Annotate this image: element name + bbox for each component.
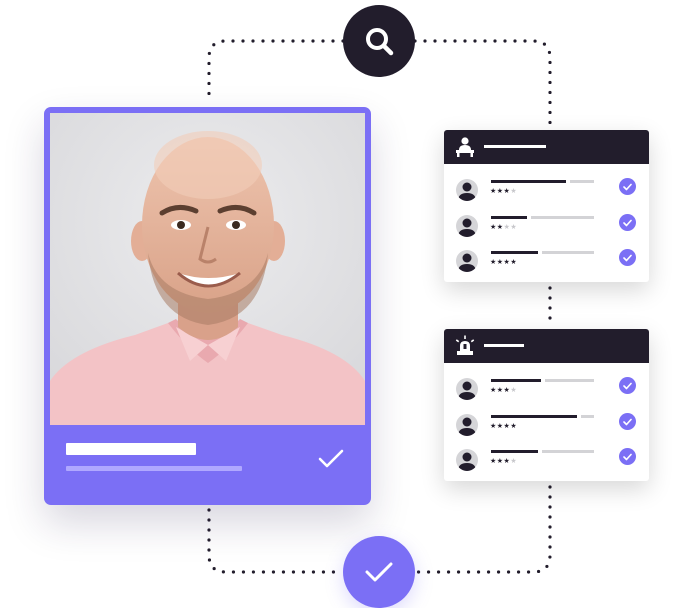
- list-item[interactable]: ★★★★: [444, 447, 649, 477]
- check-icon: [623, 453, 632, 460]
- alert-panel[interactable]: ★★★★ ★★★★ ★★★★: [444, 329, 649, 481]
- alarm-light-icon: [455, 335, 475, 355]
- list-item[interactable]: ★★★★: [444, 213, 649, 243]
- profile-card[interactable]: [44, 107, 371, 505]
- profile-subtitle-placeholder: [66, 466, 242, 471]
- list-item[interactable]: ★★★★: [444, 412, 649, 442]
- detail-placeholder: [542, 251, 594, 254]
- detail-placeholder: [581, 415, 594, 418]
- list-item[interactable]: ★★★★: [444, 248, 649, 278]
- panel-title-placeholder: [484, 145, 546, 148]
- name-placeholder: [491, 450, 538, 453]
- check-icon: [623, 219, 632, 226]
- name-placeholder: [491, 415, 577, 418]
- check-badge: [619, 413, 636, 430]
- star-rating: ★★★★: [490, 223, 518, 231]
- check-icon: [623, 382, 632, 389]
- list-item[interactable]: ★★★★: [444, 376, 649, 406]
- search-icon: [366, 28, 394, 56]
- avatar: [456, 215, 478, 237]
- person-at-desk-icon: [456, 137, 474, 157]
- check-icon: [365, 562, 393, 582]
- check-icon: [318, 449, 344, 468]
- panel-header: [444, 329, 649, 363]
- check-badge: [619, 377, 636, 394]
- avatar: [456, 414, 478, 436]
- name-placeholder: [491, 379, 541, 382]
- star-rating: ★★★★: [490, 258, 518, 266]
- check-icon: [623, 418, 632, 425]
- check-badge: [619, 448, 636, 465]
- portrait-photo: [50, 113, 365, 425]
- panel-header: [444, 130, 649, 164]
- verify-button[interactable]: [343, 536, 415, 608]
- detail-placeholder: [570, 180, 594, 183]
- check-badge: [619, 249, 636, 266]
- detail-placeholder: [545, 379, 594, 382]
- match-panel[interactable]: ★★★★ ★★★★ ★★★★: [444, 130, 649, 282]
- avatar: [456, 449, 478, 471]
- avatar: [456, 378, 478, 400]
- detail-placeholder: [531, 216, 594, 219]
- check-icon: [623, 254, 632, 261]
- avatar: [456, 179, 478, 201]
- check-icon: [623, 183, 632, 190]
- profile-name-placeholder: [66, 443, 196, 455]
- star-rating: ★★★★: [490, 386, 518, 394]
- check-badge: [619, 214, 636, 231]
- name-placeholder: [491, 251, 538, 254]
- panel-title-placeholder: [484, 344, 524, 347]
- avatar: [456, 250, 478, 272]
- name-placeholder: [491, 216, 527, 219]
- search-button[interactable]: [343, 5, 415, 77]
- check-badge: [619, 178, 636, 195]
- detail-placeholder: [542, 450, 594, 453]
- star-rating: ★★★★: [490, 457, 518, 465]
- star-rating: ★★★★: [490, 422, 518, 430]
- star-rating: ★★★★: [490, 187, 518, 195]
- name-placeholder: [491, 180, 566, 183]
- list-item[interactable]: ★★★★: [444, 177, 649, 207]
